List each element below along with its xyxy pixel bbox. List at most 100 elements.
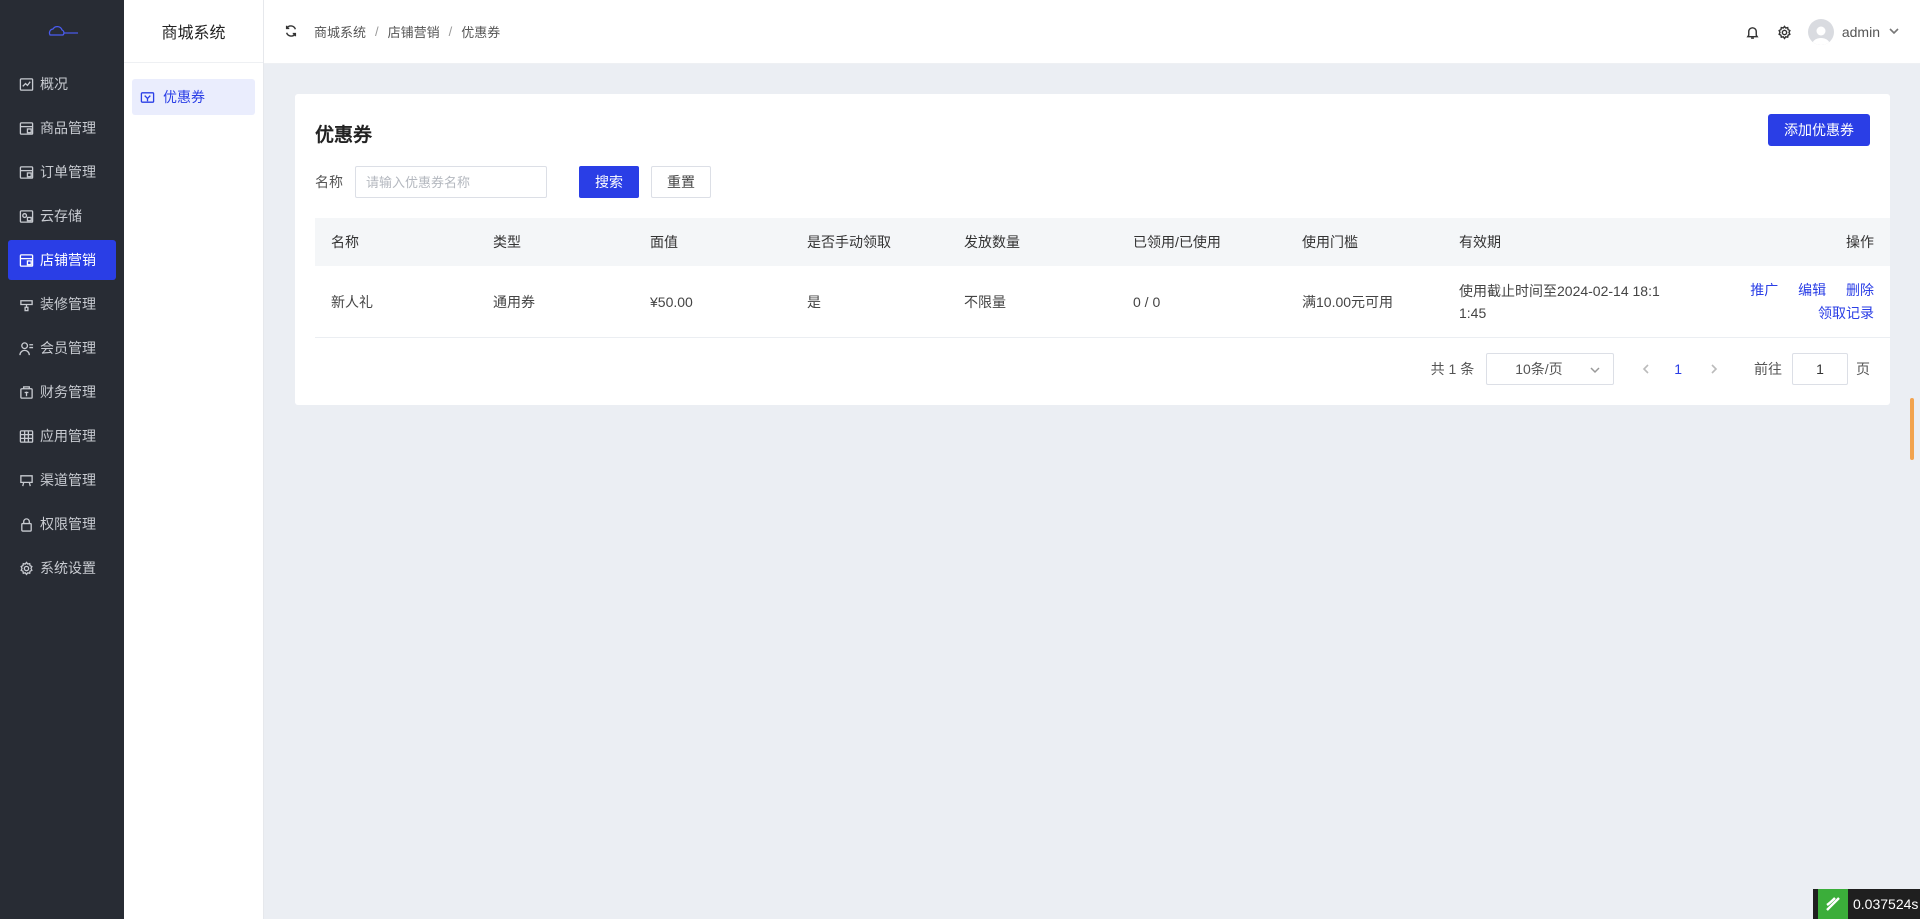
sidebar-item-members[interactable]: 会员管理	[8, 328, 116, 368]
page-size-select[interactable]: 10条/页	[1486, 353, 1615, 385]
cell-quantity: 不限量	[964, 293, 1006, 310]
top-header: 商城系统 / 店铺营销 / 优惠券 admin	[264, 0, 1920, 64]
sidebar-item-label: 权限管理	[40, 516, 96, 532]
scrollbar-thumb[interactable]	[1910, 398, 1914, 460]
sidebar-item-settings[interactable]: 系统设置	[8, 548, 116, 588]
sidebar-item-permissions[interactable]: 权限管理	[8, 504, 116, 544]
cell-manual: 是	[807, 293, 821, 310]
chevron-left-icon	[1643, 364, 1649, 374]
lock-icon	[18, 516, 34, 532]
sidebar-item-apps[interactable]: 应用管理	[8, 416, 116, 456]
page-title: 优惠券	[315, 125, 373, 146]
breadcrumb-item-marketing[interactable]: 店铺营销	[388, 22, 440, 41]
delete-link[interactable]: 删除	[1846, 282, 1874, 298]
user-name[interactable]: admin	[1842, 24, 1880, 40]
apps-icon	[18, 428, 34, 444]
coupon-card: 优惠券 添加优惠券 名称 搜索 重置 名称 类型 面值 是否手动领取 发放数量 …	[295, 94, 1890, 405]
breadcrumb-item-coupons: 优惠券	[461, 25, 501, 40]
next-page-button[interactable]	[1704, 359, 1724, 379]
sidebar-item-orders[interactable]: 订单管理	[8, 152, 116, 192]
sidebar-item-label: 渠道管理	[40, 472, 96, 488]
table-header: 名称 类型 面值 是否手动领取 发放数量 已领用/已使用 使用门槛 有效期 操作	[315, 218, 1890, 266]
sidebar-item-label: 系统设置	[40, 560, 96, 576]
debug-logo-icon	[1818, 889, 1848, 919]
claim-records-link[interactable]: 领取记录	[1818, 305, 1874, 321]
decoration-icon	[18, 296, 34, 312]
cell-value: ¥50.00	[650, 293, 693, 310]
chevron-down-icon	[1590, 367, 1600, 374]
cell-type: 通用券	[493, 293, 535, 310]
column-header: 面值	[650, 234, 678, 250]
prev-page-button[interactable]	[1636, 359, 1656, 379]
sidebar-item-label: 概况	[40, 76, 68, 92]
submenu-item-coupons[interactable]: 优惠券	[132, 79, 255, 115]
member-icon	[18, 340, 34, 356]
sidebar-item-channels[interactable]: 渠道管理	[8, 460, 116, 500]
channel-icon	[18, 472, 34, 488]
user-avatar-icon	[1811, 26, 1830, 45]
gear-icon[interactable]	[1776, 23, 1794, 41]
goto-unit: 页	[1856, 361, 1870, 377]
sidebar-item-label: 订单管理	[40, 164, 96, 180]
breadcrumb-separator: /	[448, 24, 453, 39]
add-coupon-button[interactable]: 添加优惠券	[1768, 114, 1870, 146]
cloud-logo-icon	[48, 26, 78, 36]
marketing-icon	[18, 252, 34, 268]
pagination-total: 共 1 条	[1430, 361, 1475, 377]
sidebar-item-finance[interactable]: 财务管理	[8, 372, 116, 412]
submenu-item-label: 优惠券	[163, 89, 205, 105]
sidebar-item-marketing[interactable]: 店铺营销	[8, 240, 116, 280]
table-row: 新人礼 通用券 ¥50.00 是 不限量 0 / 0 满10.00元可用 使用截…	[315, 266, 1890, 338]
timing-badge: 0.037524s	[1813, 889, 1920, 919]
goods-icon	[18, 120, 34, 136]
submenu-panel: 商城系统 优惠券	[124, 0, 264, 919]
bell-icon[interactable]	[1744, 23, 1762, 41]
search-button[interactable]: 搜索	[579, 166, 639, 198]
sidebar-item-overview[interactable]: 概况	[8, 64, 116, 104]
sidebar-item-label: 会员管理	[40, 340, 96, 356]
page-number-current[interactable]: 1	[1674, 361, 1682, 377]
column-header: 有效期	[1459, 234, 1501, 250]
pagination: 共 1 条 10条/页 1 前往 页	[1431, 352, 1870, 386]
goto-label: 前往	[1754, 361, 1782, 377]
breadcrumb-item-mall[interactable]: 商城系统	[314, 22, 366, 41]
cell-threshold: 满10.00元可用	[1302, 293, 1394, 310]
coupon-name-input[interactable]	[355, 166, 547, 198]
coupon-table: 名称 类型 面值 是否手动领取 发放数量 已领用/已使用 使用门槛 有效期 操作…	[315, 218, 1890, 338]
reset-button[interactable]: 重置	[651, 166, 711, 198]
edit-link[interactable]: 编辑	[1798, 282, 1826, 298]
refresh-icon[interactable]	[284, 24, 300, 40]
gear-icon	[18, 560, 34, 576]
sidebar-item-label: 云存储	[40, 208, 82, 224]
brand-logo[interactable]	[0, 0, 124, 64]
cell-used: 0 / 0	[1133, 293, 1161, 310]
sidebar-item-label: 财务管理	[40, 384, 96, 400]
promote-link[interactable]: 推广	[1750, 282, 1778, 298]
sidebar-item-label: 应用管理	[40, 428, 96, 444]
column-header: 是否手动领取	[807, 234, 891, 250]
goto-page-input[interactable]	[1792, 353, 1848, 385]
sidebar-item-cloud-storage[interactable]: 云存储	[8, 196, 116, 236]
sidebar-item-label: 商品管理	[40, 120, 96, 136]
coupon-icon	[140, 91, 155, 103]
chevron-right-icon	[1711, 364, 1718, 374]
cell-actions: 推广 编辑 删除 领取记录	[1677, 279, 1890, 325]
submenu-title: 商城系统	[124, 0, 263, 63]
chevron-down-icon[interactable]	[1888, 25, 1902, 39]
cell-validity: 使用截止时间至2024-02-14 18:11:45	[1459, 282, 1660, 321]
main-sidebar: 概况 商品管理 订单管理 云存储 店铺营销 装修管理 会员管理 财务管理 应用管…	[0, 0, 124, 919]
column-header: 已领用/已使用	[1133, 234, 1221, 250]
chart-icon	[18, 76, 34, 92]
breadcrumb-separator: /	[375, 24, 379, 39]
sidebar-item-goods[interactable]: 商品管理	[8, 108, 116, 148]
sidebar-item-decoration[interactable]: 装修管理	[8, 284, 116, 324]
filter-name-label: 名称	[315, 174, 343, 190]
avatar[interactable]	[1807, 19, 1834, 45]
finance-icon	[18, 384, 34, 400]
header-actions: admin	[1730, 0, 1902, 64]
cloud-storage-icon	[18, 208, 34, 224]
order-icon	[18, 164, 34, 180]
column-header: 操作	[1846, 234, 1874, 250]
column-header: 发放数量	[964, 234, 1020, 250]
column-header: 使用门槛	[1302, 234, 1358, 250]
